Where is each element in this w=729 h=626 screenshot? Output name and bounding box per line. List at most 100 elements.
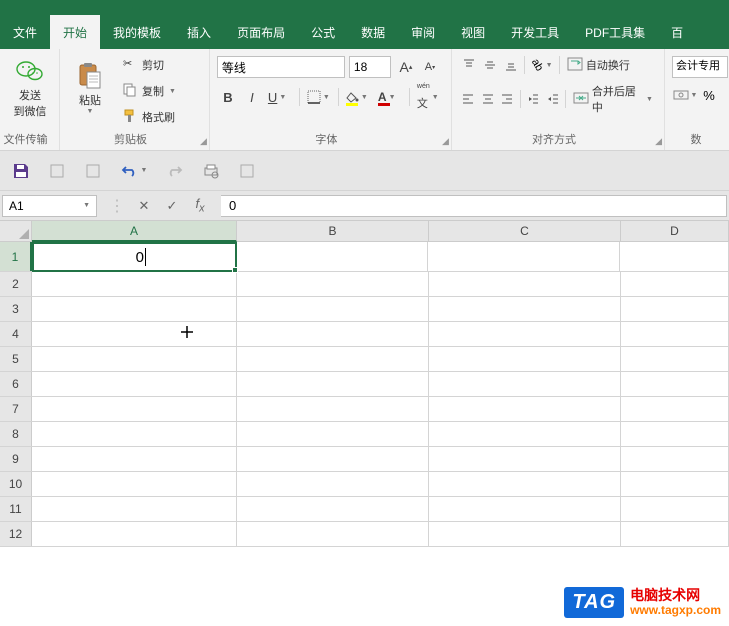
cell-B5[interactable] [237, 347, 429, 371]
cell-D11[interactable] [621, 497, 729, 521]
row-header-1[interactable]: 1 [0, 242, 32, 271]
redo-button[interactable] [164, 160, 186, 182]
cell-D1[interactable] [620, 242, 729, 271]
percent-button[interactable]: % [699, 85, 719, 105]
save-button[interactable] [10, 160, 32, 182]
qat-blank1[interactable] [46, 160, 68, 182]
increase-font-button[interactable]: A▴ [395, 56, 417, 78]
clipboard-launcher[interactable]: ◢ [200, 136, 207, 147]
tab-pdf[interactable]: PDF工具集 [572, 15, 658, 49]
cell-A5[interactable] [32, 347, 237, 371]
cancel-formula-button[interactable]: ✕ [135, 197, 153, 215]
bold-button[interactable]: B [217, 86, 239, 108]
cell-C2[interactable] [429, 272, 621, 296]
cell-B6[interactable] [237, 372, 429, 396]
cell-A11[interactable] [32, 497, 237, 521]
print-preview-button[interactable] [200, 160, 222, 182]
tab-pagelayout[interactable]: 页面布局 [224, 15, 298, 49]
cell-C8[interactable] [429, 422, 621, 446]
align-top-button[interactable] [459, 55, 479, 75]
enter-formula-button[interactable]: ✓ [163, 197, 181, 215]
cell-C7[interactable] [429, 397, 621, 421]
row-header-7[interactable]: 7 [0, 397, 32, 421]
accounting-button[interactable]: ▼ [672, 85, 698, 105]
cell-D6[interactable] [621, 372, 729, 396]
wrap-text-button[interactable]: 自动换行 [563, 55, 634, 75]
row-header-6[interactable]: 6 [0, 372, 32, 396]
cell-A3[interactable] [32, 297, 237, 321]
row-header-10[interactable]: 10 [0, 472, 32, 496]
col-header-A[interactable]: A [32, 221, 237, 242]
border-button[interactable]: ▼ [304, 86, 334, 108]
cell-B7[interactable] [237, 397, 429, 421]
format-painter-button[interactable]: 格式刷 [119, 107, 180, 127]
cell-B3[interactable] [237, 297, 429, 321]
cell-D8[interactable] [621, 422, 729, 446]
cell-C12[interactable] [429, 522, 621, 546]
col-header-C[interactable]: C [429, 221, 621, 241]
row-header-2[interactable]: 2 [0, 272, 32, 296]
cell-C1[interactable] [428, 242, 620, 271]
cell-D3[interactable] [621, 297, 729, 321]
tab-review[interactable]: 审阅 [398, 15, 448, 49]
underline-button[interactable]: U▼ [265, 86, 295, 108]
cell-B4[interactable] [237, 322, 429, 346]
cell-A2[interactable] [32, 272, 237, 296]
row-header-12[interactable]: 12 [0, 522, 32, 546]
orientation-button[interactable]: ab▼ [528, 55, 556, 75]
fill-handle[interactable] [232, 267, 238, 273]
col-header-D[interactable]: D [621, 221, 729, 241]
font-launcher[interactable]: ◢ [442, 136, 449, 147]
tab-data[interactable]: 数据 [348, 15, 398, 49]
cell-D5[interactable] [621, 347, 729, 371]
tab-formulas[interactable]: 公式 [298, 15, 348, 49]
align-right-button[interactable] [498, 89, 517, 109]
cell-B8[interactable] [237, 422, 429, 446]
cell-C11[interactable] [429, 497, 621, 521]
align-middle-button[interactable] [480, 55, 500, 75]
cell-C5[interactable] [429, 347, 621, 371]
cell-D4[interactable] [621, 322, 729, 346]
cell-C9[interactable] [429, 447, 621, 471]
name-box[interactable]: A1 ▼ [2, 195, 97, 217]
cell-B1[interactable] [236, 242, 428, 271]
tab-devtools[interactable]: 开发工具 [498, 15, 572, 49]
align-left-button[interactable] [459, 89, 478, 109]
merge-center-button[interactable]: 合并后居中▼ [569, 81, 657, 117]
send-to-wechat-button[interactable]: 发送 到微信 [5, 52, 55, 124]
cell-C10[interactable] [429, 472, 621, 496]
cell-B12[interactable] [237, 522, 429, 546]
font-size-select[interactable] [349, 56, 391, 78]
cell-B11[interactable] [237, 497, 429, 521]
undo-button[interactable]: ▼ [118, 160, 150, 182]
cell-A4[interactable] [32, 322, 237, 346]
row-header-11[interactable]: 11 [0, 497, 32, 521]
font-name-select[interactable] [217, 56, 345, 78]
cell-B9[interactable] [237, 447, 429, 471]
phonetic-button[interactable]: wén文▼ [414, 86, 444, 108]
qat-blank2[interactable] [82, 160, 104, 182]
insert-function-button[interactable]: fx [191, 197, 209, 215]
paste-button[interactable]: 粘贴 ▼ [65, 52, 115, 124]
decrease-font-button[interactable]: A▾ [419, 56, 441, 78]
cell-A10[interactable] [32, 472, 237, 496]
cell-A9[interactable] [32, 447, 237, 471]
cell-C3[interactable] [429, 297, 621, 321]
tab-home[interactable]: 开始 [50, 15, 100, 49]
cell-A8[interactable] [32, 422, 237, 446]
tab-view[interactable]: 视图 [448, 15, 498, 49]
number-format-select[interactable]: 会计专用 [672, 56, 728, 78]
align-center-button[interactable] [479, 89, 498, 109]
fill-color-button[interactable]: ▼ [343, 86, 373, 108]
select-all-corner[interactable] [0, 221, 32, 241]
align-bottom-button[interactable] [501, 55, 521, 75]
cell-B2[interactable] [237, 272, 429, 296]
row-header-3[interactable]: 3 [0, 297, 32, 321]
cell-D12[interactable] [621, 522, 729, 546]
align-launcher[interactable]: ◢ [655, 136, 662, 147]
cell-C4[interactable] [429, 322, 621, 346]
cell-D2[interactable] [621, 272, 729, 296]
row-header-4[interactable]: 4 [0, 322, 32, 346]
qat-blank3[interactable] [236, 160, 258, 182]
cell-A7[interactable] [32, 397, 237, 421]
